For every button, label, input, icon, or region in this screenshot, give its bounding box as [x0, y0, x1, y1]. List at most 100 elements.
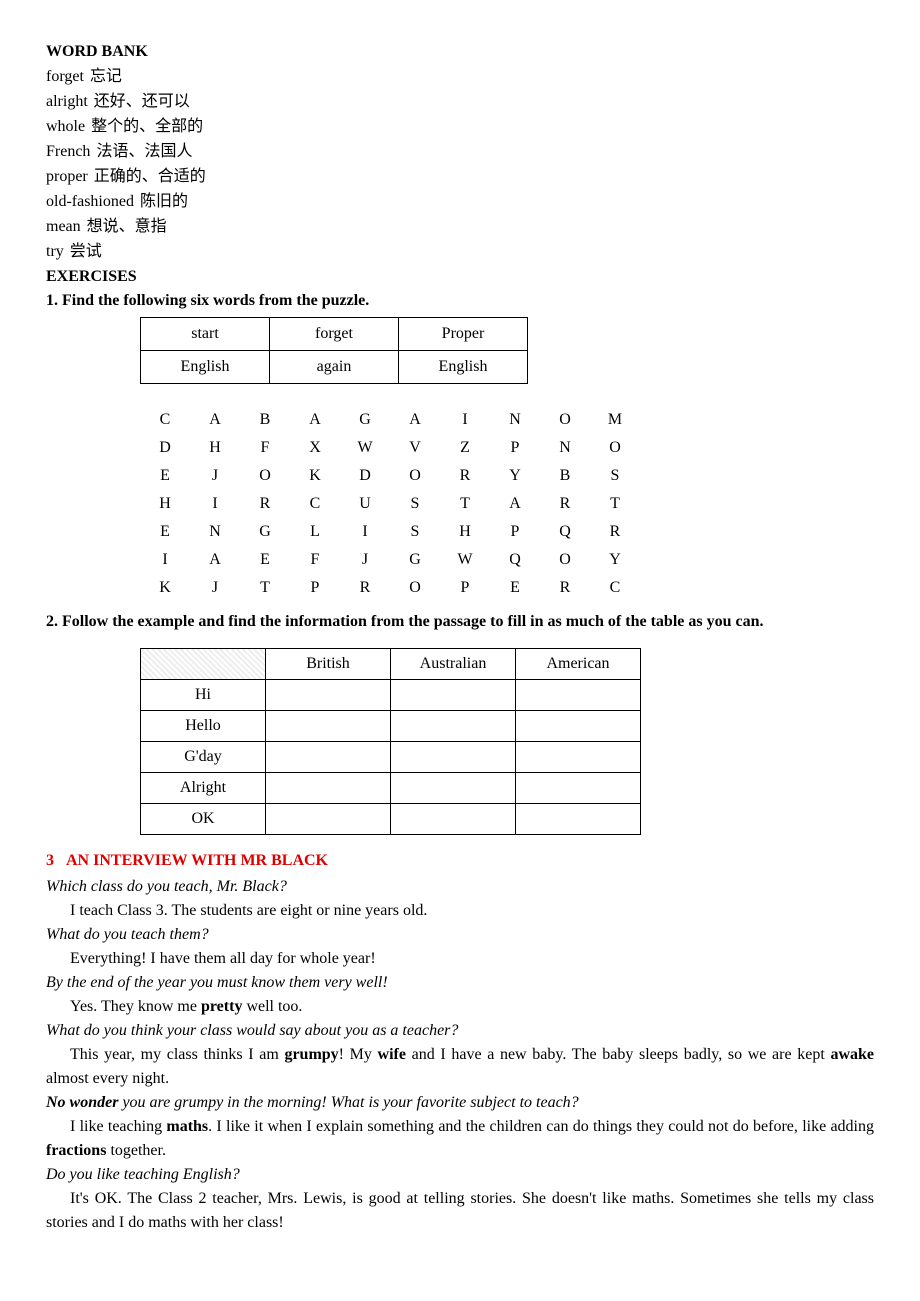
puzzle-cell: R — [240, 490, 290, 518]
puzzle-cell: E — [140, 518, 190, 546]
puzzle-cell: B — [240, 406, 290, 434]
puzzle-cell: I — [340, 518, 390, 546]
puzzle-cell: H — [190, 434, 240, 462]
puzzle-cell: C — [590, 574, 640, 602]
puzzle-cell: X — [290, 434, 340, 462]
puzzle-cell: K — [140, 574, 190, 602]
puzzle-cell: T — [240, 574, 290, 602]
puzzle-cell: A — [390, 406, 440, 434]
word-bank-definition: 陈旧的 — [140, 190, 188, 214]
word-bank-definition: 还好、还可以 — [94, 90, 190, 114]
words-box-cell: English — [141, 351, 270, 384]
info-table-cell[interactable] — [266, 711, 391, 742]
puzzle-cell: R — [540, 490, 590, 518]
info-table-rowlabel: Hi — [141, 680, 266, 711]
info-table-cell[interactable] — [516, 742, 641, 773]
info-table-cell[interactable] — [391, 742, 516, 773]
word-bank-definition: 正确的、合适的 — [94, 165, 206, 189]
interview-question: Which class do you teach, Mr. Black? — [46, 875, 874, 899]
puzzle-cell: O — [390, 574, 440, 602]
words-box-cell: start — [141, 318, 270, 351]
puzzle-cell: I — [140, 546, 190, 574]
info-table-cell[interactable] — [266, 680, 391, 711]
info-table-cell[interactable] — [391, 711, 516, 742]
puzzle-cell: G — [240, 518, 290, 546]
info-table-cell[interactable] — [516, 711, 641, 742]
puzzle-cell: P — [490, 434, 540, 462]
puzzle-cell: E — [240, 546, 290, 574]
info-table-cell[interactable] — [266, 742, 391, 773]
puzzle-cell: E — [140, 462, 190, 490]
ex3-heading-num: 3 — [46, 852, 54, 869]
puzzle-cell: H — [140, 490, 190, 518]
puzzle-cell: R — [590, 518, 640, 546]
word-bank-entry: French法语、法国人 — [46, 140, 874, 164]
info-table-cell[interactable] — [516, 804, 641, 835]
info-table-cell[interactable] — [391, 680, 516, 711]
puzzle-cell: Q — [490, 546, 540, 574]
word-bank-entries: forget忘记alright还好、还可以whole整个的、全部的French法… — [46, 65, 874, 264]
info-table-cell[interactable] — [391, 773, 516, 804]
puzzle-cell: P — [490, 518, 540, 546]
interview-answer: I teach Class 3. The students are eight … — [46, 899, 874, 923]
interview-answer: I like teaching maths. I like it when I … — [46, 1115, 874, 1163]
puzzle-cell: F — [240, 434, 290, 462]
puzzle-cell: O — [590, 434, 640, 462]
puzzle-cell: S — [590, 462, 640, 490]
puzzle-cell: A — [190, 406, 240, 434]
puzzle-cell: D — [340, 462, 390, 490]
puzzle-cell: N — [540, 434, 590, 462]
info-table-rowlabel: G'day — [141, 742, 266, 773]
puzzle-cell: S — [390, 518, 440, 546]
puzzle-cell: E — [490, 574, 540, 602]
info-table-header — [141, 649, 266, 680]
puzzle-cell: O — [540, 406, 590, 434]
interview-question: What do you think your class would say a… — [46, 1019, 874, 1043]
word-bank-entry: alright还好、还可以 — [46, 90, 874, 114]
word-bank-word: try — [46, 240, 64, 264]
word-bank-entry: whole整个的、全部的 — [46, 115, 874, 139]
word-bank-definition: 尝试 — [70, 240, 102, 264]
puzzle-cell: U — [340, 490, 390, 518]
info-table-header: Australian — [391, 649, 516, 680]
words-box-cell: forget — [270, 318, 399, 351]
puzzle-cell: R — [540, 574, 590, 602]
info-table-cell[interactable] — [266, 804, 391, 835]
info-table-header: American — [516, 649, 641, 680]
word-bank-entry: mean想说、意指 — [46, 215, 874, 239]
ex3-heading: 3 AN INTERVIEW WITH MR BLACK — [46, 849, 874, 873]
word-bank-definition: 忘记 — [90, 65, 122, 89]
puzzle-cell: O — [240, 462, 290, 490]
puzzle-cell: A — [290, 406, 340, 434]
word-bank-word: mean — [46, 215, 81, 239]
word-bank-word: whole — [46, 115, 85, 139]
puzzle-cell: R — [340, 574, 390, 602]
word-bank-heading: WORD BANK — [46, 40, 874, 64]
puzzle-cell: O — [540, 546, 590, 574]
word-bank-word: French — [46, 140, 90, 164]
words-box-cell: Proper — [399, 318, 528, 351]
puzzle-cell: P — [440, 574, 490, 602]
ex2-info-table: BritishAustralianAmericanHiHelloG'dayAlr… — [140, 648, 641, 835]
ex3-interview: Which class do you teach, Mr. Black?I te… — [46, 875, 874, 1235]
word-bank-entry: old-fashioned陈旧的 — [46, 190, 874, 214]
ex3-heading-text: AN INTERVIEW WITH MR BLACK — [66, 852, 328, 869]
word-bank-entry: try 尝试 — [46, 240, 874, 264]
interview-answer: Yes. They know me pretty well too. — [46, 995, 874, 1019]
info-table-header: British — [266, 649, 391, 680]
word-bank-definition: 整个的、全部的 — [91, 115, 203, 139]
ex1-words-box: startforgetProperEnglishagainEnglish — [140, 317, 528, 384]
puzzle-cell: G — [340, 406, 390, 434]
info-table-cell[interactable] — [516, 773, 641, 804]
info-table-cell[interactable] — [516, 680, 641, 711]
puzzle-cell: Q — [540, 518, 590, 546]
puzzle-cell: B — [540, 462, 590, 490]
info-table-rowlabel: Alright — [141, 773, 266, 804]
puzzle-cell: T — [590, 490, 640, 518]
interview-question: By the end of the year you must know the… — [46, 971, 874, 995]
puzzle-cell: I — [190, 490, 240, 518]
words-box-cell: again — [270, 351, 399, 384]
info-table-cell[interactable] — [391, 804, 516, 835]
word-bank-entry: forget忘记 — [46, 65, 874, 89]
info-table-cell[interactable] — [266, 773, 391, 804]
